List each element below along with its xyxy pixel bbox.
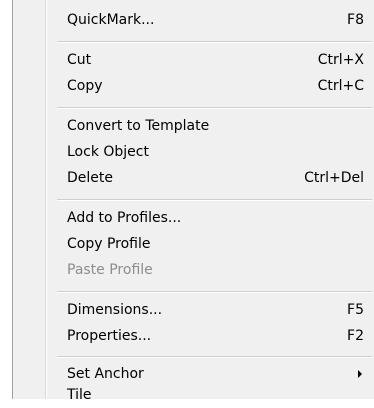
- menu-item-properties[interactable]: Properties... F2: [13, 323, 374, 349]
- menu-item-copy[interactable]: Copy Ctrl+C: [13, 73, 374, 99]
- menu-item-label: Convert to Template: [67, 118, 210, 134]
- menu-item-label: Add to Profiles...: [67, 210, 182, 226]
- menu-item-convert-to-template[interactable]: Convert to Template: [13, 113, 374, 139]
- menu-item-label: Properties...: [67, 328, 152, 344]
- menu-item-lock-object[interactable]: Lock Object: [13, 139, 374, 165]
- menu-item-copy-profile[interactable]: Copy Profile: [13, 231, 374, 257]
- menu-item-label: Tile: [67, 387, 92, 403]
- menu-item-label: Lock Object: [67, 144, 149, 160]
- menu-item-tile[interactable]: Tile: [13, 382, 374, 408]
- context-menu: QuickMark... F8 Cut Ctrl+X Copy Ctrl+C C…: [12, 0, 374, 403]
- menu-item-add-to-profiles[interactable]: Add to Profiles...: [13, 205, 374, 231]
- menu-item-label: Copy Profile: [67, 236, 151, 252]
- menu-separator: [57, 107, 372, 109]
- menu-item-cut[interactable]: Cut Ctrl+X: [13, 47, 374, 73]
- menu-separator: [57, 291, 372, 293]
- menu-item-shortcut: Ctrl+C: [317, 78, 364, 94]
- menu-item-dimensions[interactable]: Dimensions... F5: [13, 297, 374, 323]
- chevron-right-icon: [358, 370, 362, 378]
- menu-item-shortcut: Ctrl+X: [317, 52, 364, 68]
- menu-separator: [57, 41, 372, 43]
- menu-separator: [57, 199, 372, 201]
- menu-item-label: Dimensions...: [67, 302, 163, 318]
- menu-item-shortcut: F5: [347, 302, 364, 318]
- menu-item-quickmark[interactable]: QuickMark... F8: [13, 7, 374, 33]
- menu-item-label: Copy: [67, 78, 103, 94]
- menu-separator: [57, 356, 372, 358]
- menu-item-label: Paste Profile: [67, 262, 153, 278]
- menu-item-label: Delete: [67, 170, 113, 186]
- menu-item-shortcut: F2: [347, 328, 364, 344]
- menu-item-shortcut: F8: [347, 12, 364, 28]
- menu-item-paste-profile: Paste Profile: [13, 257, 374, 283]
- menu-item-label: QuickMark...: [67, 12, 155, 28]
- menu-item-delete[interactable]: Delete Ctrl+Del: [13, 165, 374, 191]
- menu-item-label: Cut: [67, 52, 92, 68]
- menu-item-shortcut: Ctrl+Del: [304, 170, 364, 186]
